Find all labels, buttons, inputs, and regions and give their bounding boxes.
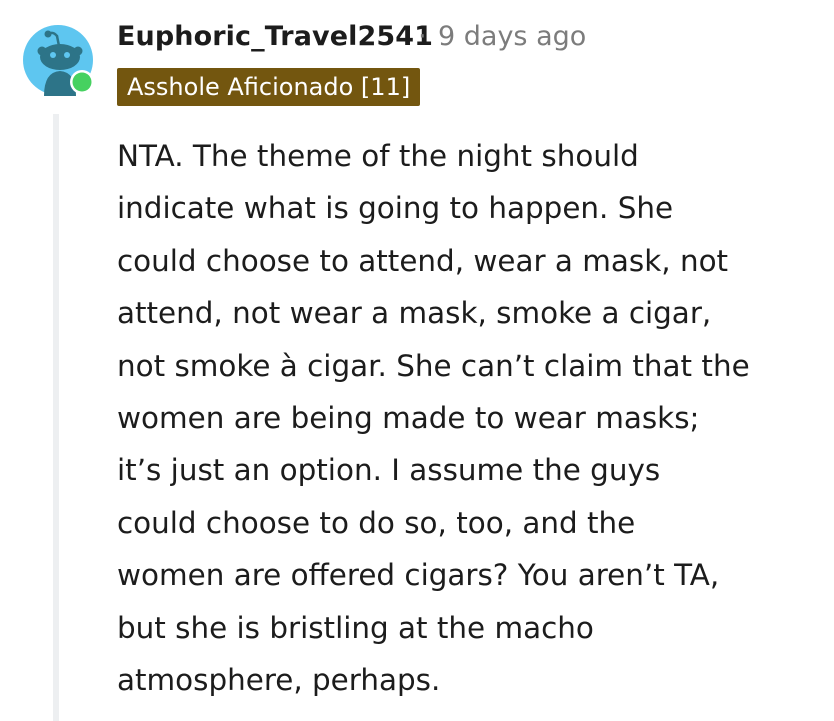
comment-text-line: indicate what is going to happen. She — [117, 191, 674, 226]
user-avatar[interactable] — [22, 24, 94, 96]
comment-text-line: women are being made to wear masks; — [117, 401, 700, 436]
comment-author[interactable]: Euphoric_Travel2541 — [117, 20, 433, 54]
comment-text-line: atmosphere, perhaps. — [117, 663, 441, 698]
user-flair-badge: Asshole Aficionado [11] — [117, 68, 421, 106]
comment-body: NTA. The theme of the night should indic… — [117, 130, 827, 706]
comment-timestamp[interactable]: 9 days ago — [438, 20, 586, 54]
comment-text-line: but she is bristling at the macho — [117, 610, 594, 645]
comment-text-line: could choose to attend, wear a mask, not — [117, 243, 729, 278]
comment-text-line: it’s just an option. I assume the guys — [117, 453, 661, 488]
comment-text-line: attend, not wear a mask, smoke a cigar, — [117, 296, 712, 331]
comment-text-line: women are offered cigars? You aren’t TA, — [117, 558, 720, 593]
meta-separator: · — [418, 21, 427, 52]
online-status-icon — [70, 70, 94, 94]
comment-text-line: NTA. The theme of the night should — [117, 139, 639, 173]
thread-collapse-line[interactable] — [53, 114, 59, 721]
comment-text-line: not smoke à cigar. She can’t claim that … — [117, 348, 750, 383]
comment-text-line: could choose to do so, too, and the — [117, 505, 636, 540]
